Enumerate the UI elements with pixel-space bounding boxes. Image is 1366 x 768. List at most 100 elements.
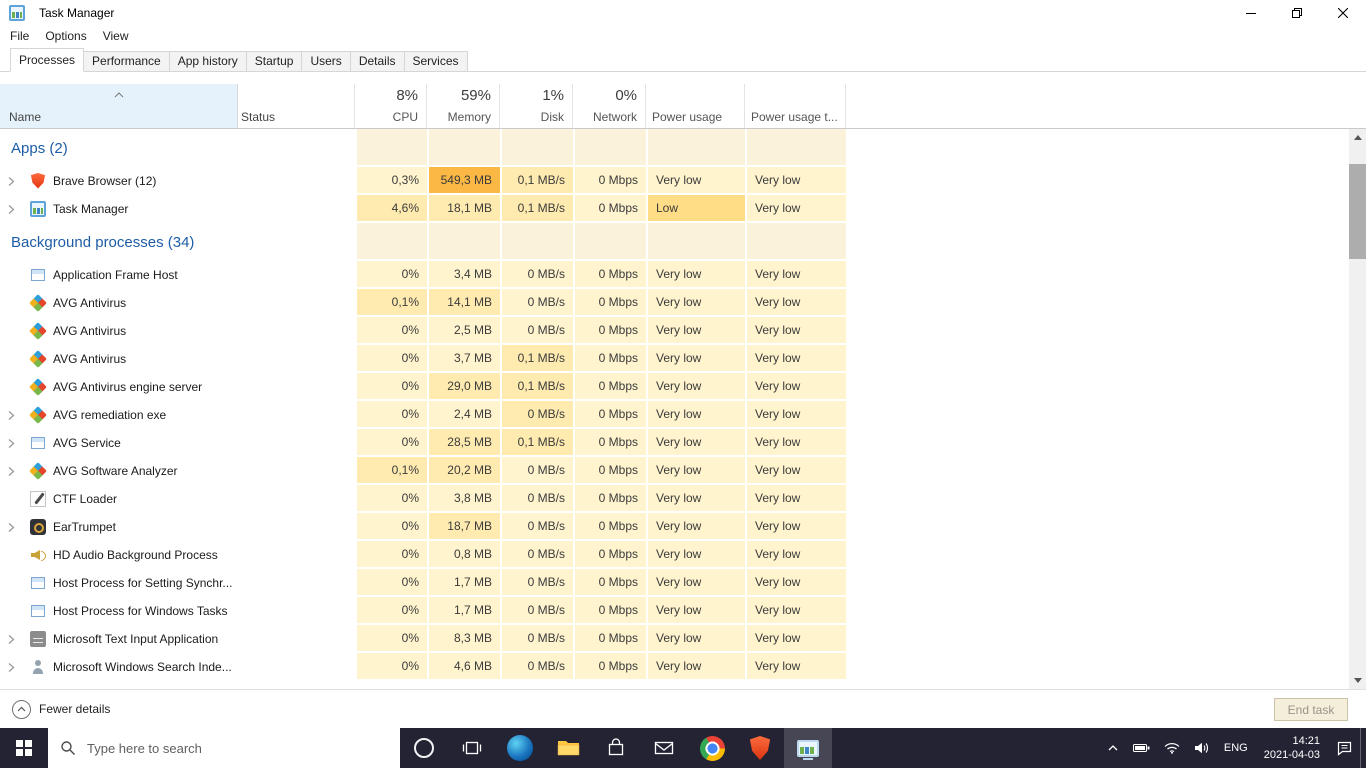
process-row[interactable]: Microsoft Windows Search Inde... 0% 4,6 MB…	[0, 653, 1366, 681]
menu-file[interactable]: File	[2, 26, 37, 46]
power-usage-trend-cell: Very low	[745, 429, 846, 457]
process-row[interactable]: Host Process for Setting Synchr... 0% 1,7 …	[0, 569, 1366, 597]
task-view-button[interactable]	[448, 728, 496, 768]
taskbar-chrome-button[interactable]	[688, 728, 736, 768]
power-usage-trend-cell: Very low	[745, 289, 846, 317]
action-center-button[interactable]	[1329, 728, 1360, 768]
column-header-power-usage-t[interactable]: Power usage t...	[745, 84, 846, 128]
titlebar: Task Manager	[0, 0, 1366, 26]
maximize-restore-button[interactable]	[1274, 0, 1320, 26]
cpu-cell: 0%	[355, 541, 427, 569]
expand-chevron-icon[interactable]	[8, 438, 30, 449]
process-row[interactable]: Host Process for Windows Tasks 0% 1,7 MB 0 …	[0, 597, 1366, 625]
taskbar-search-box[interactable]	[48, 728, 400, 768]
expand-chevron-icon[interactable]	[8, 466, 30, 477]
volume-status[interactable]	[1187, 728, 1217, 768]
power-usage-cell: Very low	[646, 429, 745, 457]
expand-chevron-icon[interactable]	[8, 662, 30, 673]
column-header-disk[interactable]: 1% Disk	[500, 84, 573, 128]
process-row[interactable]: AVG Antivirus 0% 3,7 MB 0,1 MB/s 0 Mbps Very …	[0, 345, 1366, 373]
start-button[interactable]	[0, 728, 48, 768]
column-header-network[interactable]: 0% Network	[573, 84, 646, 128]
cpu-cell: 0%	[355, 569, 427, 597]
scrollbar-track[interactable]	[1349, 146, 1366, 672]
scroll-down-arrow[interactable]	[1349, 672, 1366, 689]
tab-details[interactable]: Details	[349, 51, 405, 72]
language-indicator[interactable]: ENG	[1217, 728, 1255, 768]
power-usage-trend-cell: Very low	[745, 625, 846, 653]
minimize-button[interactable]	[1228, 0, 1274, 26]
taskbar-search-input[interactable]	[85, 739, 388, 757]
menu-options[interactable]: Options	[37, 26, 94, 46]
desktop: Task Manager File Options View Processes Pe…	[0, 0, 1366, 768]
tab-services[interactable]: Services	[403, 51, 468, 72]
vertical-scrollbar[interactable]	[1349, 129, 1366, 689]
tray-overflow-button[interactable]	[1100, 728, 1126, 768]
usage-columns-header: 8% CPU 59% Memory 1% Disk 0% Network Power usage…	[355, 84, 846, 128]
taskbar-mail-button[interactable]	[640, 728, 688, 768]
network-cell: 0 Mbps	[573, 289, 646, 317]
column-header-status[interactable]: Status	[238, 84, 355, 128]
fewer-details-toggle[interactable]: Fewer details	[12, 699, 110, 719]
process-row[interactable]: AVG remediation exe 0% 2,4 MB 0 MB/s 0 Mbps V…	[0, 401, 1366, 429]
taskbar-brave-button[interactable]	[736, 728, 784, 768]
avg-logo-icon	[29, 322, 47, 340]
expand-chevron-icon[interactable]	[8, 410, 30, 421]
process-row[interactable]: Brave Browser (12) 0,3% 549,3 MB 0,1 MB/s 0 …	[0, 167, 1366, 195]
process-row[interactable]: HD Audio Background Process 0% 0,8 MB 0 MB/…	[0, 541, 1366, 569]
process-row[interactable]: AVG Antivirus 0% 2,5 MB 0 MB/s 0 Mbps Very lo…	[0, 317, 1366, 345]
tab-users[interactable]: Users	[301, 51, 351, 72]
tab-startup[interactable]: Startup	[245, 51, 303, 72]
process-row[interactable]: AVG Antivirus 0,1% 14,1 MB 0 MB/s 0 Mbps Very…	[0, 289, 1366, 317]
tab-processes[interactable]: Processes	[10, 48, 85, 72]
taskbar-file-explorer-button[interactable]	[544, 728, 592, 768]
tab-performance[interactable]: Performance	[83, 51, 170, 72]
group-header-background-processes-34[interactable]: Background processes (34)	[0, 223, 1366, 261]
process-row[interactable]: AVG Antivirus engine server 0% 29,0 MB 0,1 …	[0, 373, 1366, 401]
column-header-cpu[interactable]: 8% CPU	[355, 84, 427, 128]
expand-chevron-icon[interactable]	[8, 634, 30, 645]
status-cell	[238, 261, 355, 289]
process-name-cell: AVG Service	[0, 429, 238, 457]
tab-app-history[interactable]: App history	[168, 51, 247, 72]
expand-chevron-icon[interactable]	[8, 522, 30, 533]
cpu-cell: 0%	[355, 317, 427, 345]
process-row[interactable]: Task Manager 4,6% 18,1 MB 0,1 MB/s 0 Mbps Low…	[0, 195, 1366, 223]
column-header-power-usage[interactable]: Power usage	[646, 84, 745, 128]
process-row[interactable]: EarTrumpet 0% 18,7 MB 0 MB/s 0 Mbps Very low V…	[0, 513, 1366, 541]
close-button[interactable]	[1320, 0, 1366, 26]
expand-chevron-icon[interactable]	[8, 176, 30, 187]
disk-cell: 0,1 MB/s	[500, 373, 573, 401]
chrome-icon	[699, 735, 725, 761]
end-task-button[interactable]: End task	[1274, 698, 1348, 721]
clock[interactable]: 14:21 2021-04-03	[1255, 734, 1329, 762]
power-usage-cell: Very low	[646, 597, 745, 625]
group-header-apps-2[interactable]: Apps (2)	[0, 129, 1366, 167]
process-row[interactable]: Application Frame Host 0% 3,4 MB 0 MB/s 0 Mb…	[0, 261, 1366, 289]
scroll-up-arrow[interactable]	[1349, 129, 1366, 146]
menu-view[interactable]: View	[95, 26, 137, 46]
cortana-icon	[414, 738, 434, 758]
status-cell	[238, 401, 355, 429]
process-row[interactable]: AVG Service 0% 28,5 MB 0,1 MB/s 0 Mbps Very l…	[0, 429, 1366, 457]
show-desktop-button[interactable]	[1360, 728, 1366, 768]
battery-status[interactable]	[1126, 728, 1157, 768]
memory-cell: 4,6 MB	[427, 653, 500, 681]
scrollbar-thumb[interactable]	[1349, 164, 1366, 259]
column-header-memory[interactable]: 59% Memory	[427, 84, 500, 128]
process-name-cell: Host Process for Setting Synchr...	[0, 569, 238, 597]
column-header-name[interactable]: Name	[0, 84, 238, 128]
column-label: Power usage t...	[751, 110, 838, 124]
process-row[interactable]: Microsoft Text Input Application 0% 8,3 MB…	[0, 625, 1366, 653]
power-usage-cell: Very low	[646, 569, 745, 597]
cortana-button[interactable]	[400, 728, 448, 768]
taskbar-task-manager-button[interactable]	[784, 728, 832, 768]
expand-chevron-icon[interactable]	[8, 204, 30, 215]
power-usage-trend-cell: Very low	[745, 317, 846, 345]
process-row[interactable]: AVG Software Analyzer 0,1% 20,2 MB 0 MB/s 0 …	[0, 457, 1366, 485]
network-status[interactable]	[1157, 728, 1187, 768]
taskbar-store-button[interactable]	[592, 728, 640, 768]
taskbar-edge-button[interactable]	[496, 728, 544, 768]
process-name: AVG Software Analyzer	[53, 464, 178, 478]
process-row[interactable]: CTF Loader 0% 3,8 MB 0 MB/s 0 Mbps Very low Ve…	[0, 485, 1366, 513]
